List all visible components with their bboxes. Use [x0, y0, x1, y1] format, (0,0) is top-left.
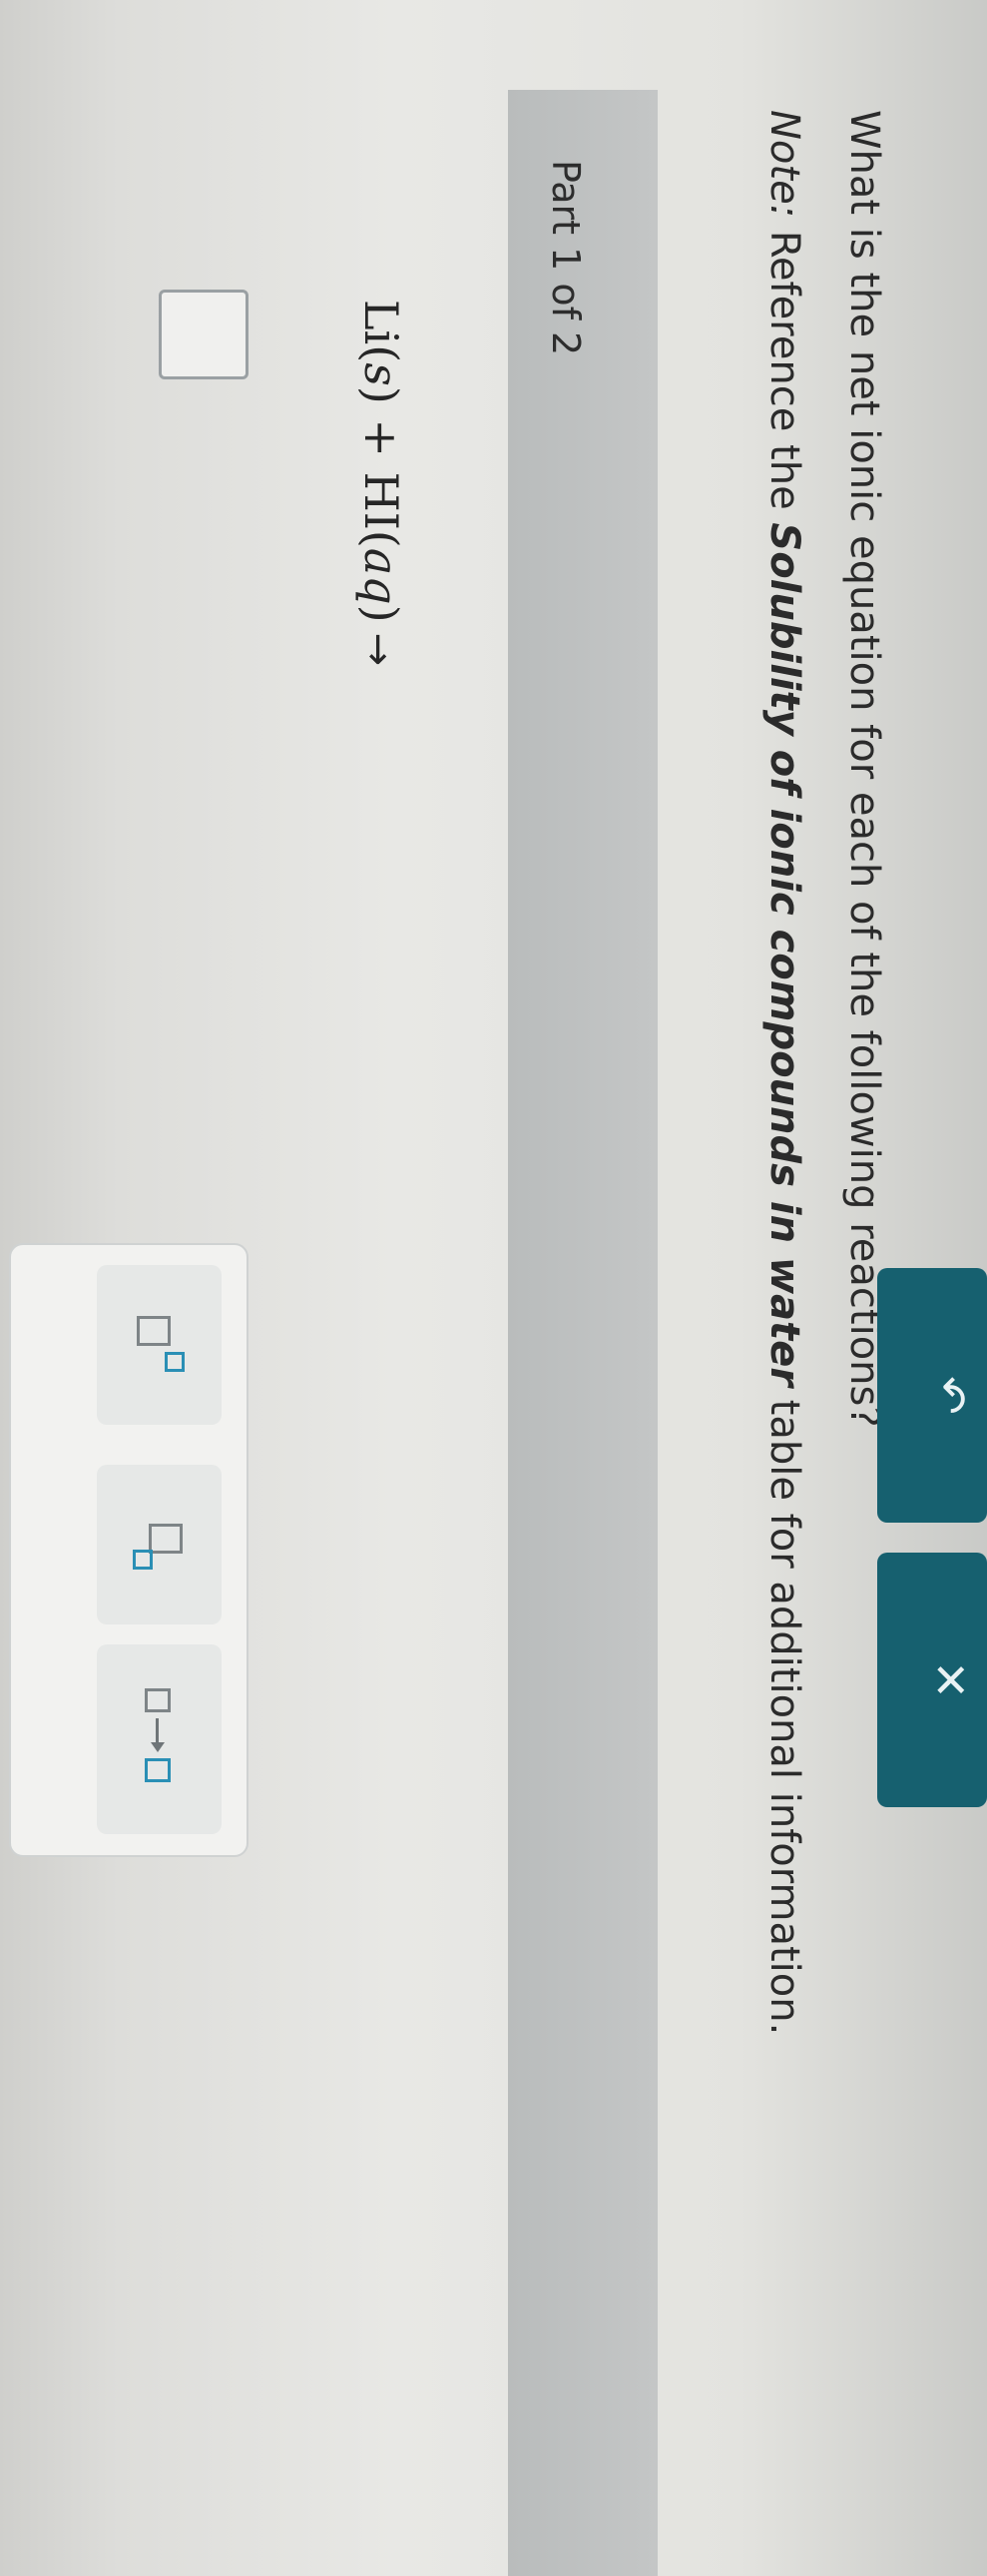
question-text: What is the net ionic equation for each …	[841, 110, 887, 1428]
superscript-button[interactable]	[97, 1265, 222, 1425]
reactant-2-close: )	[354, 604, 408, 623]
part-header-band	[508, 90, 658, 2576]
undo-icon: ↶	[923, 1376, 977, 1415]
subscript-box-icon	[130, 1510, 190, 1580]
note-after: table for additional information.	[761, 1386, 807, 2036]
reaction-arrow-icon: →	[355, 632, 401, 667]
note-text: Note: Reference the Solubility of ionic …	[761, 110, 807, 2035]
box-arrow-box-icon	[130, 1684, 190, 1794]
reactant-2-state: aq	[354, 547, 408, 605]
reaction-arrow-button[interactable]	[97, 1644, 222, 1834]
close-icon: ✕	[923, 1660, 977, 1699]
subscript-button[interactable]	[97, 1465, 222, 1624]
equation-toolbar	[9, 1243, 248, 1857]
reactant-1-state: s	[354, 362, 408, 386]
screen-canvas: What is the net ionic equation for each …	[0, 0, 987, 2576]
clear-button[interactable]: ✕	[877, 1553, 987, 1807]
note-label: Note:	[761, 110, 807, 219]
plus-sign: +	[354, 403, 408, 472]
part-label: Part 1 of 2	[544, 160, 588, 356]
reactant-1-close: )	[354, 385, 408, 404]
answer-input[interactable]	[159, 290, 248, 379]
reactant-2: HI(	[354, 471, 408, 548]
reaction-equation: Li(s) + HI(aq) →	[354, 300, 408, 666]
solubility-table-link[interactable]: Solubility of ionic compounds in water	[761, 522, 807, 1387]
note-before: Reference the	[761, 218, 807, 523]
reactant-1: Li(	[354, 300, 408, 363]
superscript-box-icon	[130, 1310, 190, 1380]
undo-button[interactable]: ↶	[877, 1268, 987, 1523]
